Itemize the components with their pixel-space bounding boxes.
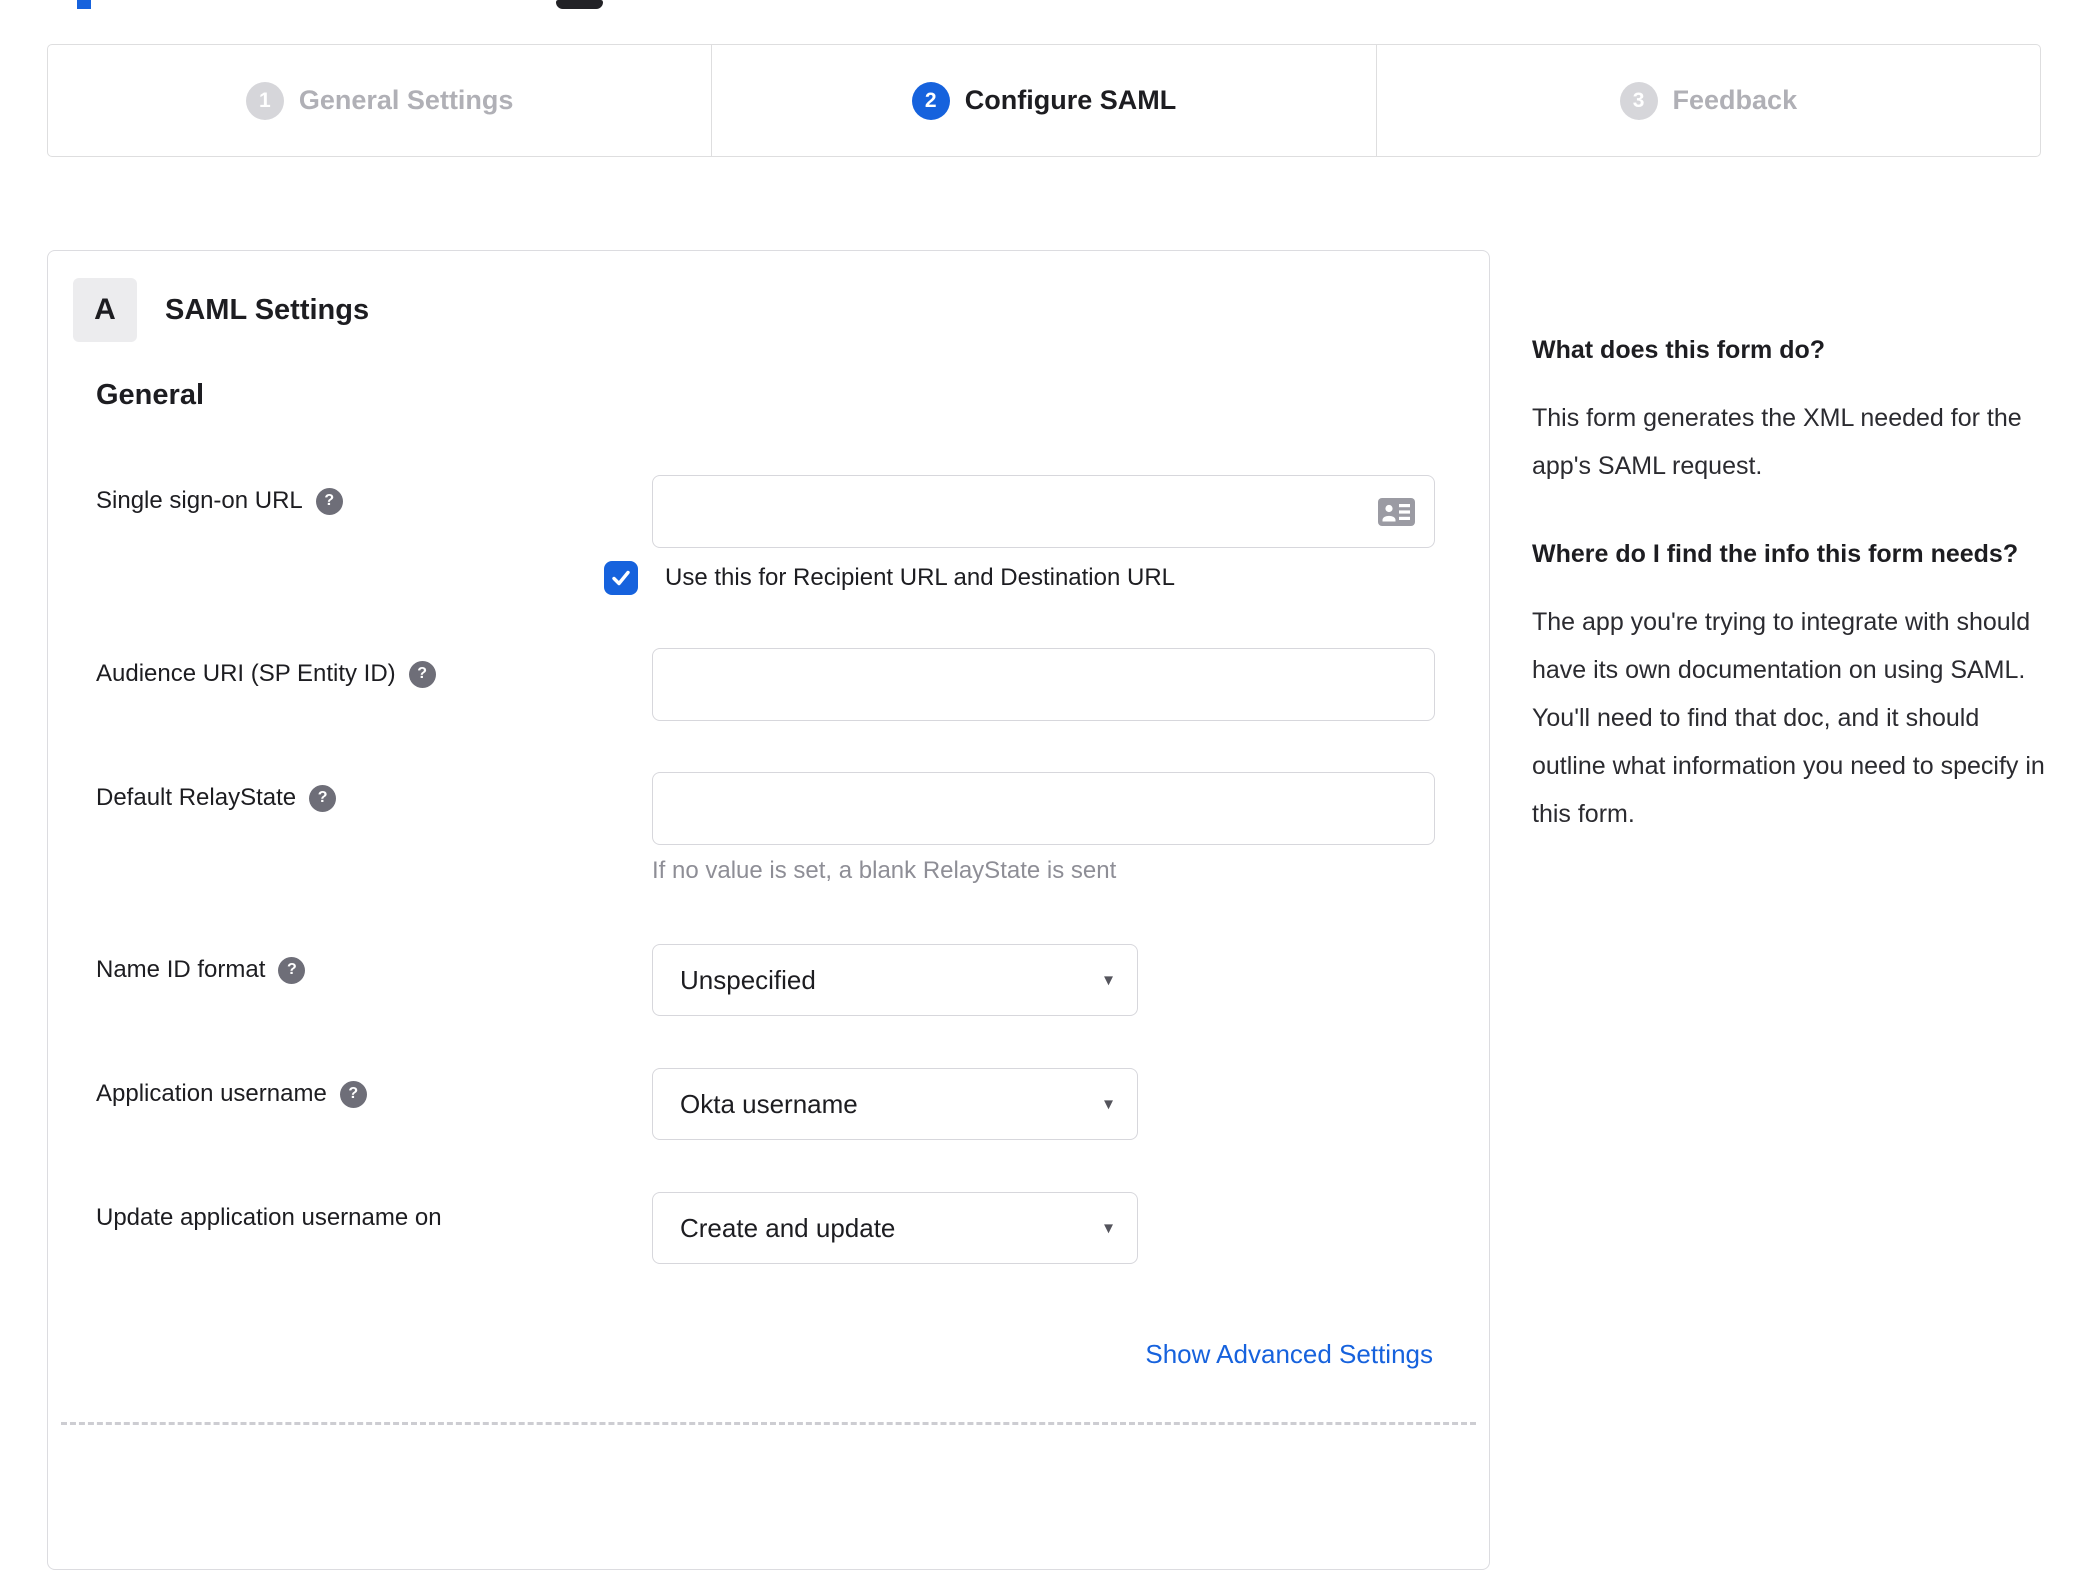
recipient-url-checkbox[interactable]	[604, 561, 638, 595]
field-label-wrap: Update application username on	[96, 1204, 442, 1232]
update-app-username-value: Create and update	[680, 1212, 896, 1243]
step-2-label: Configure SAML	[964, 85, 1177, 115]
section-title: SAML Settings	[165, 293, 370, 326]
relaystate-helper-text: If no value is set, a blank RelayState i…	[652, 857, 1117, 884]
application-username-value: Okta username	[680, 1088, 858, 1119]
wizard-stepper: 1 General Settings 2 Configure SAML 3 Fe…	[47, 44, 2041, 157]
field-label-wrap: Single sign-on URL ?	[96, 487, 343, 515]
help-heading-what: What does this form do?	[1532, 336, 1826, 364]
general-group-title: General	[96, 379, 204, 411]
help-body-what: This form generates the XML needed for t…	[1532, 404, 2022, 480]
step-1-number-badge: 1	[245, 81, 284, 120]
help-heading-where: Where do I find the info this form needs…	[1532, 540, 2019, 568]
single-sign-on-url-control	[652, 475, 1435, 548]
audience-uri-control	[652, 648, 1435, 721]
field-row-name-id-format: Name ID format ? Unspecified ▾	[96, 944, 1433, 1016]
default-relaystate-control	[652, 772, 1435, 845]
field-label-wrap: Application username ?	[96, 1080, 367, 1108]
application-username-label: Application username	[96, 1080, 327, 1107]
field-row-update-app-username: Update application username on Create an…	[96, 1192, 1433, 1264]
saml-settings-panel: A SAML Settings General Single sign-on U…	[47, 250, 1490, 1570]
cutoff-blue-fragment	[77, 0, 91, 9]
single-sign-on-url-input[interactable]	[652, 475, 1435, 548]
section-a-badge: A	[73, 278, 137, 342]
help-icon[interactable]: ?	[278, 956, 306, 984]
name-id-format-value: Unspecified	[680, 964, 816, 995]
update-app-username-select[interactable]: Create and update ▾	[652, 1192, 1138, 1264]
recipient-url-checkbox-label[interactable]: Use this for Recipient URL and Destinati…	[665, 564, 1175, 592]
step-3-number-badge: 3	[1619, 81, 1658, 120]
default-relaystate-label: Default RelayState	[96, 784, 297, 811]
step-general-settings[interactable]: 1 General Settings	[48, 45, 711, 156]
chevron-down-icon: ▾	[1103, 1217, 1113, 1238]
default-relaystate-input[interactable]	[652, 772, 1435, 845]
chevron-down-icon: ▾	[1103, 969, 1113, 990]
name-id-format-label: Name ID format	[96, 956, 266, 983]
checkmark-icon	[612, 570, 630, 586]
application-username-select[interactable]: Okta username ▾	[652, 1068, 1138, 1140]
audience-uri-input[interactable]	[652, 648, 1435, 721]
cutoff-dark-icon-fragment	[556, 0, 603, 9]
contextual-help-sidebar: What does this form do? This form genera…	[1532, 328, 2047, 838]
update-app-username-label: Update application username on	[96, 1204, 442, 1231]
help-icon[interactable]: ?	[315, 487, 343, 515]
panel-dashed-divider	[61, 1422, 1476, 1425]
show-advanced-settings-link[interactable]: Show Advanced Settings	[1145, 1339, 1433, 1370]
step-2-number-badge: 2	[911, 81, 950, 120]
field-label-wrap: Name ID format ?	[96, 956, 306, 984]
step-feedback[interactable]: 3 Feedback	[1375, 45, 2040, 156]
step-3-label: Feedback	[1672, 85, 1798, 115]
help-icon[interactable]: ?	[408, 660, 436, 688]
help-icon[interactable]: ?	[309, 784, 337, 812]
single-sign-on-url-label: Single sign-on URL	[96, 487, 303, 514]
step-1-label: General Settings	[298, 85, 514, 115]
contact-card-icon	[1378, 498, 1415, 526]
help-section-what: What does this form do? This form genera…	[1532, 328, 2047, 490]
field-row-default-relaystate: Default RelayState ? If no value is set,…	[96, 772, 1435, 884]
help-body-where: The app you're trying to integrate with …	[1532, 608, 2045, 828]
panel-header: A SAML Settings	[73, 278, 369, 342]
step-configure-saml[interactable]: 2 Configure SAML	[711, 45, 1375, 156]
name-id-format-select[interactable]: Unspecified ▾	[652, 944, 1138, 1016]
field-row-application-username: Application username ? Okta username ▾	[96, 1068, 1433, 1140]
chevron-down-icon: ▾	[1103, 1093, 1113, 1114]
recipient-url-checkbox-row: Use this for Recipient URL and Destinati…	[604, 561, 1175, 595]
audience-uri-label: Audience URI (SP Entity ID)	[96, 660, 396, 687]
field-row-single-sign-on-url: Single sign-on URL ?	[96, 475, 1435, 548]
help-icon[interactable]: ?	[339, 1080, 367, 1108]
field-label-wrap: Audience URI (SP Entity ID) ?	[96, 660, 436, 688]
field-label-wrap: Default RelayState ?	[96, 784, 337, 812]
help-section-where: Where do I find the info this form needs…	[1532, 532, 2047, 838]
field-row-audience-uri: Audience URI (SP Entity ID) ?	[96, 648, 1435, 721]
